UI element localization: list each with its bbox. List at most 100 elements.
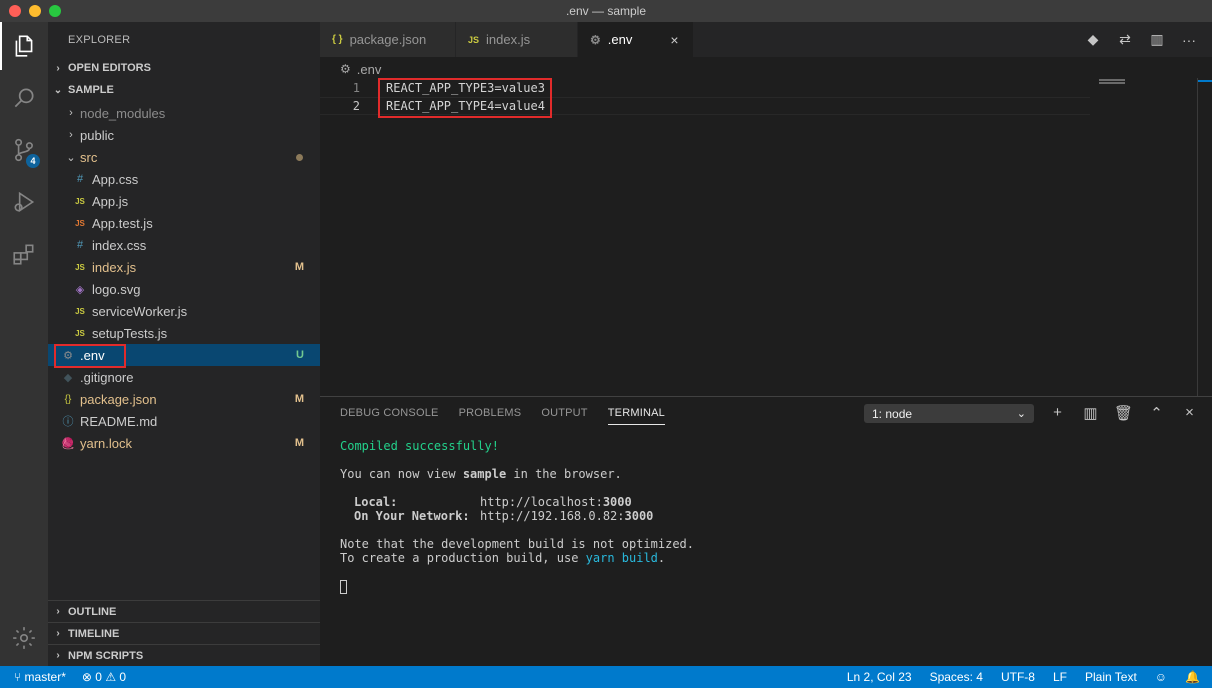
editor-tabs: { } package.json JS index.js ⚙ .env × ◆ … (320, 22, 1212, 57)
chevron-down-icon: ⌄ (66, 151, 76, 164)
npm-scripts-section[interactable]: › NPM SCRIPTS (48, 644, 320, 666)
new-terminal-icon[interactable]: + (1048, 403, 1067, 422)
search-icon[interactable] (0, 74, 48, 122)
css-file-icon: # (76, 239, 84, 251)
feedback-icon[interactable]: ☺ (1155, 670, 1167, 684)
tree-item-index-js[interactable]: JS index.js M (48, 256, 320, 278)
gear-icon: ⚙ (590, 32, 601, 47)
tab-debug-console[interactable]: DEBUG CONSOLE (340, 407, 439, 425)
editor-actions: ◆ ⇄ ▥ ··· (1084, 22, 1198, 57)
panel-tabs: DEBUG CONSOLE PROBLEMS OUTPUT TERMINAL (340, 407, 665, 425)
tree-item-src[interactable]: ⌄ src (48, 146, 320, 168)
terminal-select[interactable]: 1: node ⌄ (864, 404, 1034, 423)
title-bar: .env — sample (0, 0, 1212, 22)
cursor-position[interactable]: Ln 2, Col 23 (847, 670, 912, 684)
chevron-right-icon: › (56, 62, 60, 74)
editor-scrollbar[interactable] (1197, 78, 1198, 396)
chevron-right-icon: › (69, 129, 73, 141)
env-highlight-box (54, 344, 126, 368)
chevron-right-icon: › (69, 107, 73, 119)
git-branch-icon: ⑂ (14, 670, 25, 684)
chevron-right-icon: › (56, 628, 60, 639)
tab-env[interactable]: ⚙ .env × (578, 22, 694, 57)
css-file-icon: # (76, 173, 84, 185)
tree-item-app-css[interactable]: # App.css (48, 168, 320, 190)
chevron-down-icon: ⌄ (1016, 408, 1026, 420)
tree-item-package-json[interactable]: {} package.json M (48, 388, 320, 410)
tab-terminal[interactable]: TERMINAL (607, 407, 665, 425)
notifications-bell-icon[interactable]: 🔔 (1185, 670, 1200, 684)
tree-item-readme-md[interactable]: ⓘ README.md (48, 410, 320, 432)
warning-icon: ⚠ (105, 670, 120, 684)
editor-area[interactable]: 1 REACT_APP_TYPE3=value3 2 REACT_APP_TYP… (320, 78, 1212, 396)
kill-terminal-icon[interactable]: 🗑 (1114, 403, 1133, 422)
git-open-changes-icon[interactable]: ◆ (1084, 31, 1102, 49)
git-status-badge: M (294, 393, 304, 405)
explorer-title: EXPLORER (68, 34, 131, 46)
tab-output[interactable]: OUTPUT (541, 407, 587, 425)
close-panel-icon[interactable]: × (1180, 403, 1199, 422)
open-editors-section[interactable]: › OPEN EDITORS (48, 57, 320, 79)
chevron-down-icon: ⌄ (53, 84, 63, 96)
tree-item-node-modules[interactable]: › node_modules (48, 102, 320, 124)
js-file-icon: JS (468, 34, 480, 45)
branch-indicator[interactable]: ⑂ master* (14, 670, 66, 684)
tree-item-yarn-lock[interactable]: 🧶 yarn.lock M (48, 432, 320, 454)
git-status-badge: M (294, 437, 304, 449)
bottom-panel: DEBUG CONSOLE PROBLEMS OUTPUT TERMINAL 1… (320, 396, 1212, 666)
tree-item-serviceworker-js[interactable]: JS serviceWorker.js (48, 300, 320, 322)
settings-gear-icon[interactable] (0, 614, 48, 662)
tab-package-json[interactable]: { } package.json (320, 22, 456, 57)
close-window-button[interactable] (9, 5, 21, 17)
more-actions-icon[interactable]: ··· (1180, 31, 1198, 49)
window-controls (9, 5, 61, 17)
maximize-panel-icon[interactable]: ⌃ (1147, 403, 1166, 422)
source-control-icon[interactable]: 4 (0, 126, 48, 174)
tree-item-index-css[interactable]: # index.css (48, 234, 320, 256)
terminal-view-line: You can now view sample in the browser. (340, 467, 622, 481)
git-status-badge: U (296, 349, 304, 361)
git-file-icon: ◆ (63, 371, 73, 384)
outline-section[interactable]: › OUTLINE (48, 600, 320, 622)
tree-item-public[interactable]: › public (48, 124, 320, 146)
js-file-icon: JS (75, 306, 85, 316)
extensions-icon[interactable] (0, 230, 48, 278)
code-highlight-box (378, 78, 552, 118)
close-tab-icon[interactable]: × (670, 32, 678, 48)
terminal-cursor (340, 580, 347, 594)
tree-item-logo-svg[interactable]: ◈ logo.svg (48, 278, 320, 300)
problems-indicator[interactable]: ⊗ 0 ⚠ 0 (82, 670, 126, 684)
minimize-window-button[interactable] (29, 5, 41, 17)
tree-item-app-js[interactable]: JS App.js (48, 190, 320, 212)
terminal-compiled-line: Compiled successfully! (340, 439, 499, 453)
chevron-right-icon: › (56, 606, 60, 617)
chevron-right-icon: › (56, 650, 60, 661)
activity-bar: 4 (0, 22, 48, 666)
split-terminal-icon[interactable]: ▥ (1081, 403, 1100, 422)
maximize-window-button[interactable] (49, 5, 61, 17)
minimap-line (1099, 82, 1125, 84)
git-status-badge: M (294, 261, 304, 273)
js-file-icon: JS (75, 328, 85, 338)
end-of-line[interactable]: LF (1053, 670, 1067, 684)
line-number: 1 (352, 81, 360, 95)
breadcrumb[interactable]: ⚙ .env (340, 60, 381, 78)
scroll-position-indicator (1198, 80, 1212, 82)
explorer-icon[interactable] (0, 22, 48, 70)
terminal-local-line: Local: http://localhost:3000 (354, 495, 632, 509)
tree-item-gitignore[interactable]: ◆ .gitignore (48, 366, 320, 388)
modified-dot-icon (296, 153, 303, 161)
run-debug-icon[interactable] (0, 178, 48, 226)
tree-item-setuptests-js[interactable]: JS setupTests.js (48, 322, 320, 344)
sample-folder-section[interactable]: ⌄ SAMPLE (48, 79, 320, 101)
indentation[interactable]: Spaces: 4 (930, 670, 983, 684)
split-editor-icon[interactable]: ▥ (1148, 31, 1166, 49)
timeline-section[interactable]: › TIMELINE (48, 622, 320, 644)
tab-problems[interactable]: PROBLEMS (459, 407, 522, 425)
compare-changes-icon[interactable]: ⇄ (1116, 31, 1134, 49)
language-mode[interactable]: Plain Text (1085, 670, 1137, 684)
error-icon: ⊗ (81, 670, 96, 684)
tree-item-app-test-js[interactable]: JS App.test.js (48, 212, 320, 234)
tab-index-js[interactable]: JS index.js (456, 22, 578, 57)
encoding[interactable]: UTF-8 (1001, 670, 1035, 684)
